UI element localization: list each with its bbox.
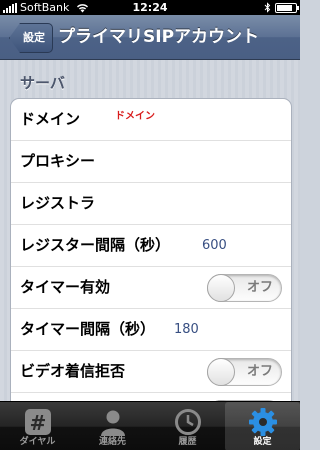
- row-timer-enabled: タイマー有効 オフ: [11, 267, 291, 309]
- status-right: [264, 0, 299, 15]
- row-label: レジスター間隔（秒）: [20, 236, 171, 254]
- row-proxy[interactable]: プロキシー: [11, 141, 291, 183]
- tab-contacts[interactable]: 連絡先: [75, 402, 150, 450]
- tab-label: 設定: [253, 437, 272, 447]
- row-label: タイマー間隔（秒）: [20, 320, 156, 338]
- domain-field[interactable]: ドメイン: [115, 99, 155, 135]
- page-title: プライマリSIPアカウント: [58, 27, 260, 47]
- row-timer-interval[interactable]: タイマー間隔（秒） 180: [11, 309, 291, 351]
- keypad-icon: #: [0, 407, 75, 437]
- row-register-interval[interactable]: レジスター間隔（秒） 600: [11, 225, 291, 267]
- row-label: ドメイン: [20, 110, 81, 128]
- tab-dial[interactable]: # ダイヤル: [0, 402, 75, 450]
- tab-label: 連絡先: [98, 437, 126, 447]
- row-label: ビデオ着信拒否: [20, 362, 126, 380]
- bluetooth-icon: [264, 2, 271, 13]
- screen: SoftBank 12:24 設定 プライマリSIPアカウント サーバ ドメイン…: [0, 0, 300, 450]
- tab-history[interactable]: 履歴: [150, 402, 225, 450]
- section-header-server: サーバ: [20, 74, 65, 92]
- reject-video-toggle[interactable]: オフ: [207, 358, 282, 386]
- row-label: プロキシー: [20, 152, 96, 170]
- navigation-bar: 設定 プライマリSIPアカウント: [0, 15, 300, 60]
- status-bar: SoftBank 12:24: [0, 0, 300, 15]
- battery-icon: [275, 2, 299, 13]
- gear-icon: [225, 407, 300, 437]
- toggle-state-label: オフ: [246, 364, 273, 379]
- toggle-knob: [207, 358, 235, 386]
- contacts-icon: [75, 407, 150, 437]
- toggle-knob: [207, 274, 235, 302]
- settings-group: ドメイン ドメイン プロキシー レジストラ レジスター間隔（秒） 600 タイマ…: [10, 98, 292, 435]
- timer-interval-value[interactable]: 180: [174, 309, 199, 350]
- tab-bar: # ダイヤル 連絡先 履歴 設定: [0, 401, 300, 450]
- row-reject-video: ビデオ着信拒否 オフ: [11, 351, 291, 393]
- row-label: タイマー有効: [20, 278, 111, 296]
- clock-icon: [150, 407, 225, 437]
- svg-text:#: #: [29, 411, 46, 435]
- tab-label: 履歴: [178, 437, 197, 447]
- row-registrar[interactable]: レジストラ: [11, 183, 291, 225]
- toggle-state-label: オフ: [246, 280, 273, 295]
- tab-settings[interactable]: 設定: [225, 402, 300, 450]
- status-time: 12:24: [132, 1, 168, 14]
- tab-label: ダイヤル: [19, 437, 56, 447]
- back-button[interactable]: 設定: [9, 23, 53, 53]
- row-label: レジストラ: [20, 194, 96, 212]
- register-interval-value[interactable]: 600: [202, 225, 227, 266]
- row-domain[interactable]: ドメイン ドメイン: [11, 99, 291, 141]
- timer-enabled-toggle[interactable]: オフ: [207, 274, 282, 302]
